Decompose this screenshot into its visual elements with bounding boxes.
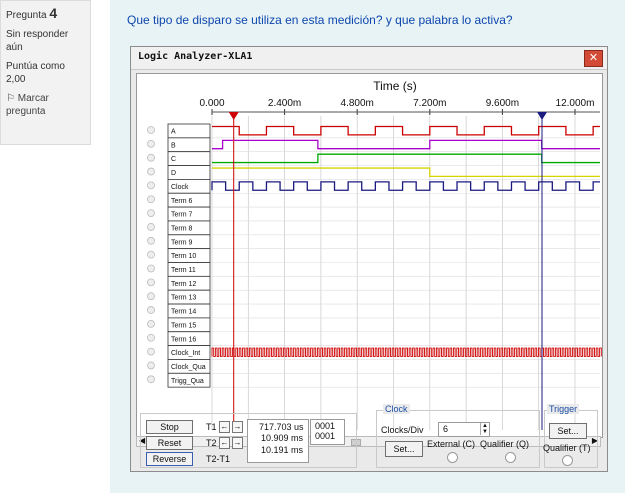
channel-pin-icon — [147, 292, 155, 301]
channel-pin-icon — [147, 167, 155, 176]
waveform-clock-int — [211, 347, 602, 357]
qualifier-radio[interactable] — [505, 452, 516, 463]
waveform-plot: Time (s) 0.000 2.400m 4.800m 7.200m 9.600m 12.… — [147, 79, 602, 430]
t2-label: T2 — [206, 438, 217, 448]
channel-name: B — [171, 142, 176, 149]
channel-pin-icon — [147, 333, 155, 342]
channel-name: Term 9 — [171, 239, 193, 246]
channel-name: Term 7 — [171, 212, 193, 219]
control-panel: Stop Reset Reverse T1 T2 T2-T1 ← → ← → 7… — [140, 404, 600, 469]
clocks-div-value: 6 — [443, 424, 449, 434]
channel-pin-icon — [147, 181, 155, 190]
flag-question-link[interactable]: ⚐ Marcar pregunta — [6, 92, 85, 118]
clock-qualifier-label: Qualifier (Q) — [480, 439, 530, 449]
channel-pin-icon — [147, 264, 155, 273]
reset-button[interactable]: Reset — [146, 436, 193, 450]
analyzer-display: Time (s) 0.000 2.400m 4.800m 7.200m 9.600m 12.… — [136, 73, 603, 438]
t1-time-value: 717.703 us — [259, 422, 304, 432]
clock-set-button[interactable]: Set... — [385, 441, 423, 457]
channel-name: Clock_Int — [171, 350, 200, 357]
external-radio[interactable] — [447, 452, 458, 463]
clocks-div-label: Clocks/Div — [381, 425, 424, 435]
channel-name: Term 12 — [171, 281, 196, 288]
channel-name: C — [171, 156, 176, 163]
dt-time-value: 10.191 ms — [261, 445, 304, 455]
time-tick-label: 9.600m — [486, 98, 519, 109]
flag-icon: ⚐ — [6, 93, 15, 104]
channel-pin-icon — [147, 306, 155, 314]
t1-right-arrow-icon[interactable]: → — [232, 421, 243, 433]
channel-pin-icon — [147, 278, 155, 287]
close-button[interactable]: ✕ — [584, 50, 603, 67]
t1-left-arrow-icon[interactable]: ← — [219, 421, 230, 433]
external-label: External (C) — [427, 439, 476, 449]
window-titlebar[interactable]: Logic Analyzer-XLA1 ✕ — [131, 47, 607, 70]
trigger-set-button[interactable]: Set... — [549, 423, 587, 439]
clock-group-title: Clock — [383, 404, 410, 414]
t1-word-value: 0001 — [315, 421, 336, 431]
channel-pin-icon — [147, 153, 155, 162]
channel-pin-icon — [147, 347, 155, 356]
channel-name: Clock_Qua — [171, 364, 206, 371]
channel-name: Term 15 — [171, 322, 196, 329]
channel-pin-icon — [147, 223, 155, 231]
t2-right-arrow-icon[interactable]: → — [232, 437, 243, 449]
t2-t1-label: T2-T1 — [206, 454, 231, 464]
trigger-qualifier-label: Qualifier (T) — [543, 443, 591, 453]
trigger-group-title: Trigger — [547, 404, 580, 414]
channel-name: Term 10 — [171, 253, 196, 260]
question-status: Sin responder aún — [6, 29, 69, 53]
question-number: 4 — [49, 5, 58, 21]
logic-analyzer-window: Logic Analyzer-XLA1 ✕ Time (s) 0.000 2.400… — [130, 46, 608, 472]
channel-name: Term 13 — [171, 295, 196, 302]
t2-word-value: 0001 — [315, 431, 336, 441]
time-tick-label: 0.000 — [199, 98, 224, 109]
channel-name: A — [171, 129, 176, 136]
channel-pin-icon — [147, 195, 155, 204]
word-readout-box: 0001 0001 — [310, 419, 345, 445]
time-tick-label: 7.200m — [413, 98, 446, 109]
question-text: Que tipo de disparo se utiliza en esta m… — [127, 13, 513, 27]
stop-button[interactable]: Stop — [146, 420, 193, 434]
time-tick-label: 12.000m — [556, 98, 595, 109]
window-title: Logic Analyzer-XLA1 — [138, 51, 253, 62]
cursor-t1-marker-icon — [228, 112, 239, 120]
channel-name: Trigg_Qua — [171, 378, 204, 385]
channel-pin-icon — [147, 319, 155, 328]
time-tick-label: 4.800m — [341, 98, 374, 109]
question-label: Pregunta — [6, 10, 47, 21]
time-readout-box: 717.703 us 10.909 ms 10.191 ms — [247, 419, 309, 463]
t1-label: T1 — [206, 422, 217, 432]
question-score: Puntúa como 2,00 — [6, 61, 65, 85]
channel-name: Term 14 — [171, 309, 196, 316]
channel-name: Term 6 — [171, 198, 193, 205]
t2-left-arrow-icon[interactable]: ← — [219, 437, 230, 449]
channel-name: Term 16 — [171, 336, 196, 343]
time-axis-title: Time (s) — [373, 79, 417, 93]
channel-name: Clock — [171, 184, 189, 191]
t2-time-value: 10.909 ms — [261, 433, 304, 443]
channel-pin-icon — [147, 126, 155, 134]
clocks-div-input[interactable]: 6 ▲ ▼ — [438, 422, 490, 437]
spinner-icon[interactable]: ▲ ▼ — [480, 423, 488, 435]
question-info-panel: Pregunta 4 Sin responder aún Puntúa como… — [0, 0, 91, 145]
channel-name: Term 8 — [171, 225, 193, 232]
channel-pin-icon — [147, 139, 155, 148]
channel-pin-icon — [147, 375, 155, 384]
time-tick-label: 2.400m — [268, 98, 301, 109]
question-heading: Pregunta 4 — [6, 5, 85, 22]
reverse-button[interactable]: Reverse — [146, 452, 193, 466]
channel-name: D — [171, 170, 176, 177]
channel-pin-icon — [147, 236, 155, 245]
channel-pin-icon — [147, 209, 155, 218]
channel-name: Term 11 — [171, 267, 196, 274]
channel-pin-icon — [147, 250, 155, 259]
trigger-qualifier-radio[interactable] — [562, 455, 573, 466]
channel-pin-icon — [147, 361, 155, 370]
